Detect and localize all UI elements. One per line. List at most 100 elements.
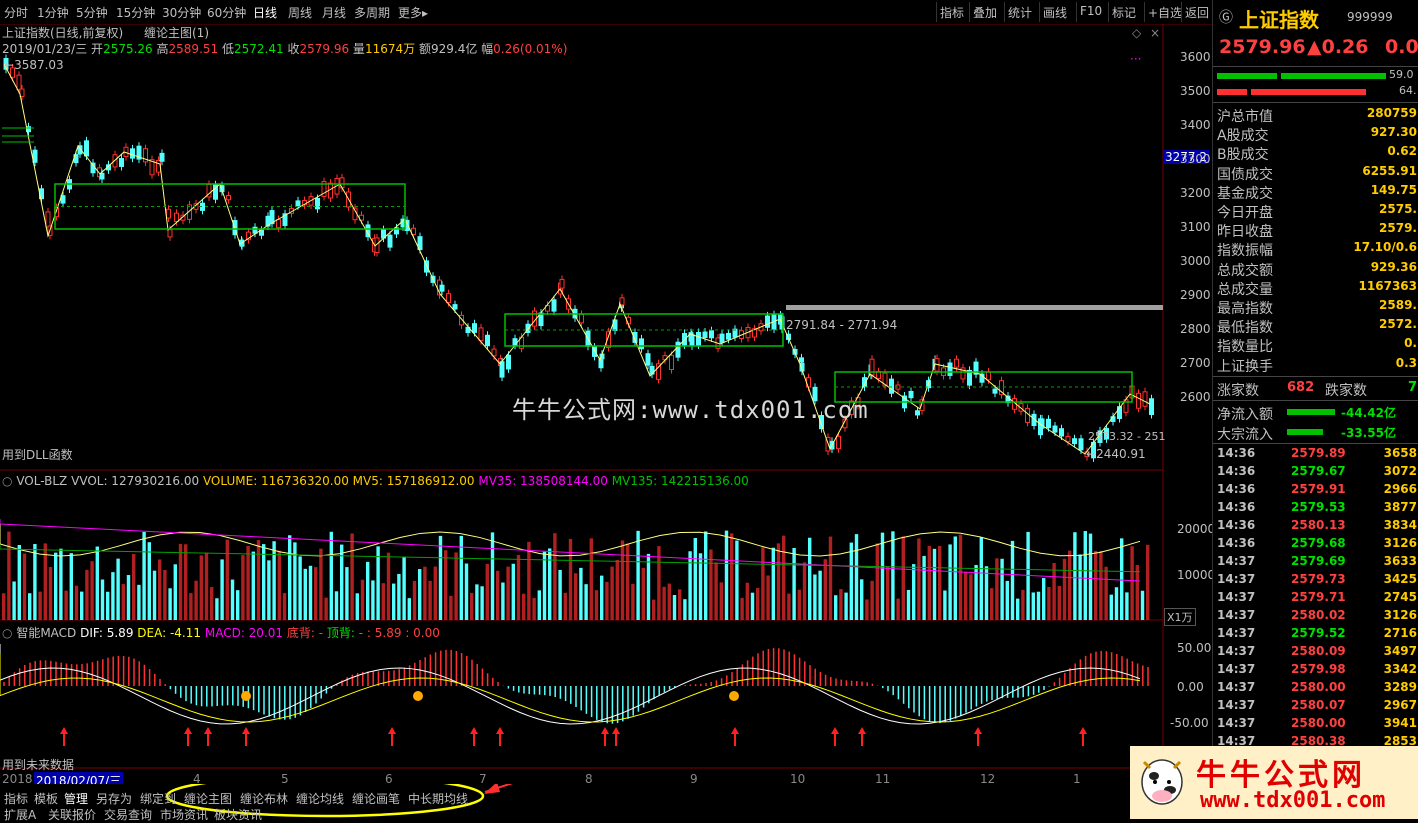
quote-code: 999999	[1347, 10, 1393, 24]
price-tick: 2900	[1180, 288, 1211, 302]
bottom-subtab-2[interactable]: 交易查询	[104, 806, 152, 823]
quote-title: 上证指数	[1239, 8, 1319, 32]
tick-row: 14:36 2579.91 2966	[1217, 482, 1417, 496]
ratio-bar-red-1	[1217, 89, 1247, 95]
bottom-tab-1[interactable]: 模板	[34, 790, 58, 807]
g-icon[interactable]: Ⓖ	[1219, 7, 1233, 27]
tick-row: 14:37 2579.69 3633	[1217, 554, 1417, 568]
ratio-bar-green-1	[1217, 73, 1277, 79]
diamond-icon[interactable]: ◇	[1132, 26, 1141, 40]
macd-info: ○ 智能MACD DIF: 5.89 DEA: -4.11 MACD: 20.0…	[2, 626, 440, 640]
bottom-tab-7[interactable]: 缠论均线	[296, 790, 344, 807]
bottom-tab-3[interactable]: 另存为	[96, 790, 132, 807]
stat-row: 今日开盘 2575.	[1217, 202, 1417, 221]
bottom-tab-9[interactable]: 中长期均线	[408, 790, 468, 807]
indicator-name[interactable]: 缠论主图(1)	[144, 24, 209, 41]
stat-row: 基金成交 149.75	[1217, 182, 1417, 202]
stat-row: 国债成交 6255.91	[1217, 163, 1417, 183]
tool-button-3[interactable]: 画线	[1043, 4, 1067, 21]
bottom-subtab-1[interactable]: 关联报价	[48, 806, 96, 823]
quote-price: 2579.96	[1219, 36, 1306, 58]
stat-row: 指数振幅 17.10/0.6	[1217, 240, 1417, 260]
period-tab-4[interactable]: 30分钟	[162, 4, 201, 21]
bottom-tab-5[interactable]: 缠论主图	[184, 790, 232, 807]
ratio-bar-1-value: 59.0	[1389, 68, 1414, 81]
ratio-bar-2-value: 64.	[1399, 84, 1417, 97]
tool-button-4[interactable]: F10	[1080, 4, 1102, 18]
tick-row: 14:36 2579.68 3126	[1217, 536, 1417, 550]
period-tab-6[interactable]: 日线	[253, 4, 277, 21]
logo-url: www.tdx001.com	[1200, 788, 1386, 813]
quote-change-pct: 0.01	[1385, 36, 1418, 58]
tool-button-7[interactable]: 返回	[1185, 4, 1209, 21]
price-tick: 3300	[1180, 152, 1211, 166]
tick-row: 14:36 2579.89 3658	[1217, 446, 1417, 460]
chart-title: 上证指数(日线,前复权)	[2, 26, 124, 40]
bottom-tab-0[interactable]: 指标	[4, 790, 28, 807]
low-marker: ←2440.91	[1086, 447, 1146, 461]
price-tick: 2600	[1180, 390, 1211, 404]
ratio-bar-red-2	[1251, 89, 1366, 95]
tick-row: 14:36 2579.53 3877	[1217, 500, 1417, 514]
stat-row: 总成交量 1167363	[1217, 278, 1417, 298]
bottom-subtab-4[interactable]: 板块资讯	[214, 806, 262, 823]
period-tab-7[interactable]: 周线	[288, 4, 312, 21]
chart-area[interactable]: 上证指数(日线,前复权) 缠论主图(1) ◇ × ··· 2019/01/23/…	[0, 24, 1216, 789]
close-icon[interactable]: ×	[1150, 26, 1160, 40]
quote-panel: Ⓖ 上证指数 999999 2579.96 ▲0.26 0.01 59.0 64…	[1212, 0, 1418, 819]
tick-row: 14:36 2579.67 3072	[1217, 464, 1417, 478]
bottom-subtab-0[interactable]: 扩展A	[4, 806, 36, 823]
volume-info: ○ VOL-BLZ VVOL: 127930216.00 VOLUME: 116…	[2, 474, 749, 488]
quote-change: ▲0.26	[1307, 36, 1369, 58]
cow-icon	[1136, 752, 1188, 812]
stat-row: 上证换手 0.3	[1217, 355, 1417, 375]
stat-row: 沪总市值 280759	[1217, 106, 1417, 125]
period-tab-8[interactable]: 月线	[322, 4, 346, 21]
vol-tick-2: 10000	[1177, 568, 1216, 582]
tick-row: 14:37 2579.73 3425	[1217, 572, 1417, 586]
ohlc-info: 2019/01/23/三 开2575.26 高2589.51 低2572.41 …	[2, 42, 568, 56]
stat-row: 指数量比 0.	[1217, 336, 1417, 356]
price-tick: 3000	[1180, 254, 1211, 268]
bottom-tab-6[interactable]: 缠论布林	[240, 790, 288, 807]
bottom-tab-4[interactable]: 绑定到	[140, 790, 176, 807]
quote-price-row: 2579.96 ▲0.26 0.01	[1219, 36, 1418, 62]
vol-unit: X1万	[1164, 608, 1196, 626]
macd-tick-3: -50.00	[1170, 716, 1209, 730]
tool-button-0[interactable]: 指标	[940, 4, 964, 21]
price-tick: 3200	[1180, 186, 1211, 200]
tool-button-6[interactable]: +自选	[1148, 4, 1182, 21]
period-tab-1[interactable]: 1分钟	[37, 4, 69, 21]
period-tab-9[interactable]: 多周期	[354, 4, 390, 21]
vol-tick-1: 20000	[1177, 522, 1216, 536]
block-flow-row: 大宗流入 -33.55亿	[1217, 426, 1396, 443]
price-tick: 2800	[1180, 322, 1211, 336]
breadth-row: 涨家数 682 跌家数 7	[1217, 380, 1417, 399]
period-tab-3[interactable]: 15分钟	[116, 4, 155, 21]
net-flow-row: 净流入额 -44.42亿	[1217, 406, 1396, 423]
tool-button-2[interactable]: 统计	[1008, 4, 1032, 21]
stat-row: 最低指数 2572.	[1217, 317, 1417, 337]
period-tab-10[interactable]: 更多▸	[398, 4, 428, 21]
price-tick: 3500	[1180, 84, 1211, 98]
watermark-text: 牛牛公式网:www.tdx001.com	[512, 396, 869, 424]
range-label: 2791.84 - 2771.94	[786, 318, 898, 332]
macd-tick-2: 0.00	[1177, 680, 1204, 694]
tick-row: 14:37 2580.09 3497	[1217, 644, 1417, 658]
macd-tick-1: 50.00	[1177, 641, 1212, 655]
high-marker: ←3587.03	[4, 58, 64, 72]
period-tab-2[interactable]: 5分钟	[76, 4, 108, 21]
bottom-tab-2[interactable]: 管理	[64, 790, 88, 807]
bottom-subtab-3[interactable]: 市场资讯	[160, 806, 208, 823]
period-toolbar: 分时 1分钟 5分钟 15分钟 30分钟 60分钟 日线 周线 月线 多周期 更多▸ 指标 叠加 统计 画线…	[0, 0, 1212, 25]
range-label-small: 2573.32 - 251	[1088, 430, 1166, 443]
stat-row: 总成交额 929.36	[1217, 259, 1417, 279]
tool-button-1[interactable]: 叠加	[973, 4, 997, 21]
tick-row: 14:37 2580.02 3126	[1217, 608, 1417, 622]
tool-button-5[interactable]: 标记	[1112, 4, 1136, 21]
tick-row: 14:37 2580.00 3941	[1217, 716, 1417, 730]
bottom-tab-8[interactable]: 缠论画笔	[352, 790, 400, 807]
period-tab-5[interactable]: 60分钟	[207, 4, 246, 21]
period-tab-0[interactable]: 分时	[4, 4, 28, 21]
dll-note: 用到DLL函数	[2, 448, 73, 462]
